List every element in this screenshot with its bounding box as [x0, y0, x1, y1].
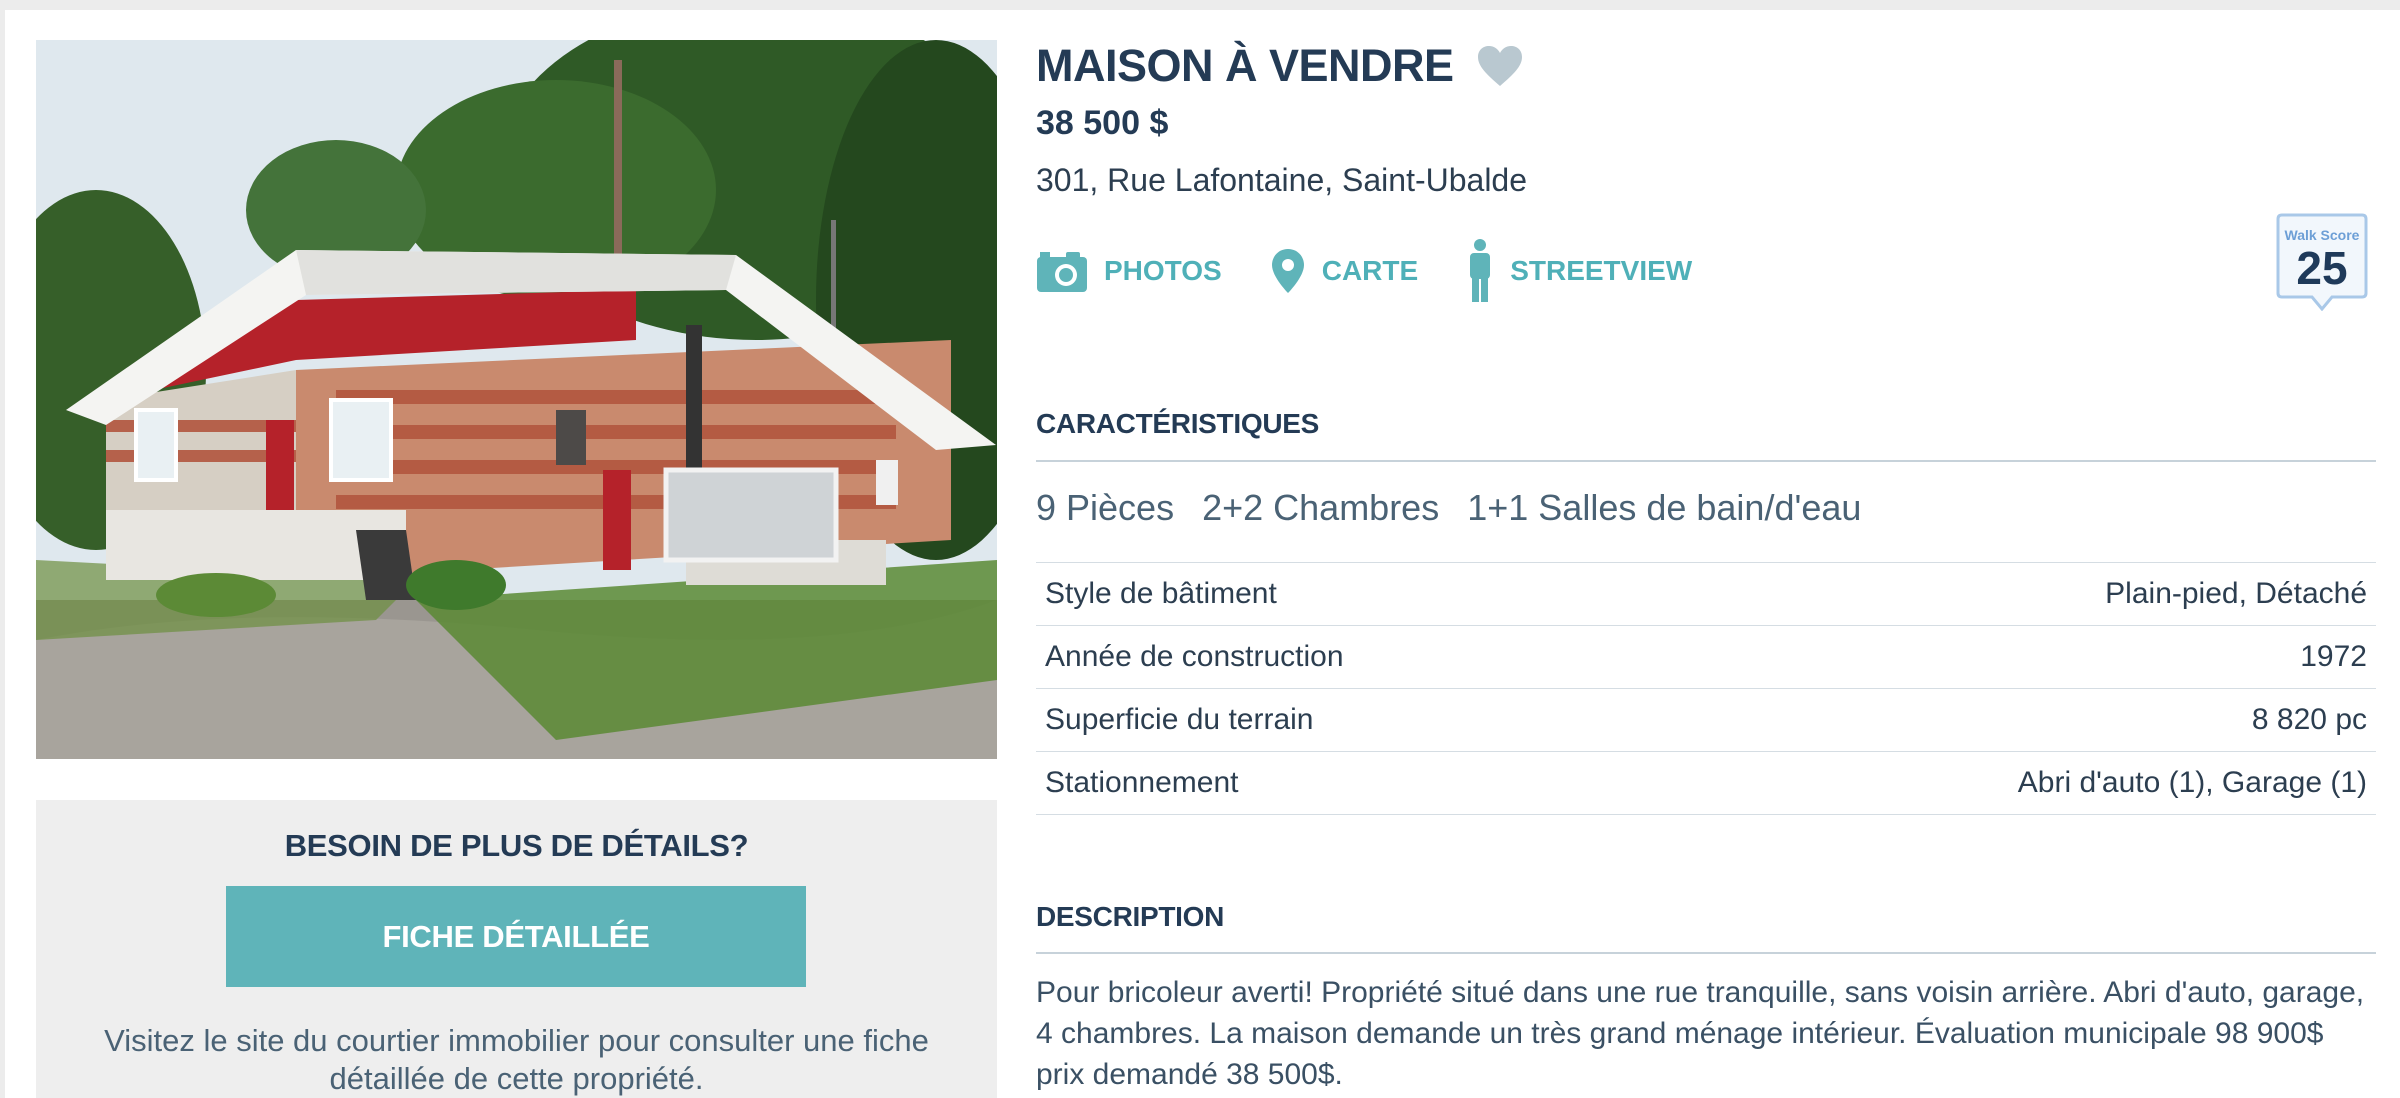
listing-page: BESOIN DE PLUS DE DÉTAILS? FICHE DÉTAILL…	[5, 10, 2400, 1098]
bedrooms-count: 2+2 Chambres	[1202, 487, 1440, 528]
listing-address: 301, Rue Lafontaine, Saint-Ubalde	[1036, 162, 1528, 198]
features-divider	[1036, 460, 2376, 462]
features-summary: 9 Pièces 2+2 Chambres 1+1 Salles de bain…	[1036, 487, 1889, 529]
row-value: Abri d'auto (1), Garage (1)	[2017, 766, 2367, 799]
camera-icon	[1036, 249, 1088, 293]
row-label: Style de bâtiment	[1045, 577, 1277, 610]
photos-link[interactable]: PHOTOS	[1036, 249, 1222, 293]
description-divider	[1036, 952, 2376, 954]
table-row: Style de bâtiment Plain-pied, Détaché	[1036, 563, 2376, 626]
streetview-label: STREETVIEW	[1510, 255, 1693, 286]
row-label: Superficie du terrain	[1045, 703, 1314, 736]
row-label: Stationnement	[1045, 766, 1239, 799]
details-cta-box: BESOIN DE PLUS DE DÉTAILS? FICHE DÉTAILL…	[36, 800, 997, 1098]
listing-details: MAISON À VENDRE 38 500 $ 301, Rue Lafont…	[1036, 10, 2376, 1098]
cta-title: BESOIN DE PLUS DE DÉTAILS?	[284, 828, 749, 863]
streetview-link[interactable]: STREETVIEW	[1466, 238, 1692, 304]
row-value: 1972	[2300, 640, 2367, 673]
map-link[interactable]: CARTE	[1270, 247, 1418, 295]
bathrooms-count: 1+1 Salles de bain/d'eau	[1467, 487, 1862, 528]
title-row: MAISON À VENDRE	[1036, 40, 1524, 92]
property-photo[interactable]	[36, 40, 997, 759]
table-row: Année de construction 1972	[1036, 626, 2376, 689]
rooms-count: 9 Pièces	[1036, 487, 1175, 528]
listing-price: 38 500 $	[1036, 104, 1169, 142]
table-row: Superficie du terrain 8 820 pc	[1036, 689, 2376, 752]
detailed-sheet-button[interactable]: FICHE DÉTAILLÉE	[226, 886, 806, 987]
row-label: Année de construction	[1045, 640, 1344, 673]
heart-icon[interactable]	[1476, 44, 1524, 88]
person-icon	[1466, 238, 1494, 304]
walk-score-value: 25	[2296, 242, 2348, 294]
row-value: 8 820 pc	[2251, 703, 2367, 736]
description-text: Pour bricoleur averti! Propriété situé d…	[1036, 976, 2365, 1091]
cta-text: Visitez le site du courtier immobilier p…	[104, 1023, 929, 1096]
media-actions: PHOTOS CARTE STREETVIEW	[1036, 236, 1740, 306]
description-heading: DESCRIPTION	[1036, 901, 1225, 932]
photos-label: PHOTOS	[1104, 255, 1222, 286]
table-row: Stationnement Abri d'auto (1), Garage (1…	[1036, 752, 2376, 815]
features-table: Style de bâtiment Plain-pied, Détaché An…	[1036, 563, 2376, 815]
walk-score-badge[interactable]: Walk Score 25	[2276, 213, 2368, 311]
listing-title: MAISON À VENDRE	[1036, 40, 1454, 91]
row-value: Plain-pied, Détaché	[2105, 577, 2367, 610]
map-label: CARTE	[1321, 255, 1419, 286]
map-pin-icon	[1270, 247, 1306, 295]
features-heading: CARACTÉRISTIQUES	[1036, 408, 1319, 439]
